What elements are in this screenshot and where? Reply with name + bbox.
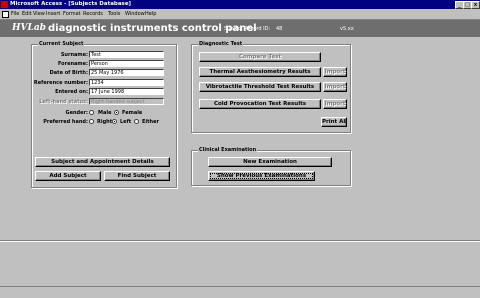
version-label: v5.xx	[340, 26, 354, 32]
menu-view[interactable]: View	[33, 11, 45, 17]
subject-details-button[interactable]: Subject and Appointment Details	[35, 157, 170, 167]
gender-female-label: Female	[122, 110, 143, 116]
surname-field[interactable]: Test	[89, 51, 164, 58]
gender-label: Gender:	[65, 110, 89, 116]
reference-label: Reference number:	[33, 80, 88, 86]
hvlab-logo: HVLab	[12, 23, 46, 33]
find-subject-button[interactable]: Find Subject	[104, 171, 170, 181]
previous-examinations-button[interactable]: Show Previous Examinations	[208, 171, 315, 181]
menu-window[interactable]: Window	[125, 11, 145, 17]
menu-edit[interactable]: Edit	[22, 11, 32, 17]
lefthand-label: Left-hand status:	[39, 99, 88, 105]
dob-field[interactable]: 25 May 1976	[89, 69, 164, 76]
diagnostic-test-title: Diagnostic Test	[198, 41, 244, 47]
hand-either-label: Either	[142, 119, 159, 125]
clinical-examination-group: Clinical Examination New Examination Sho…	[191, 147, 351, 186]
menu-insert[interactable]: Insert	[46, 11, 60, 17]
thermal-import-button[interactable]: Import	[323, 67, 347, 77]
add-subject-button[interactable]: Add Subject	[35, 171, 101, 181]
surname-label: Surname:	[60, 52, 88, 58]
entered-field[interactable]: 17 June 1998	[89, 88, 164, 95]
cold-import-button[interactable]: Import	[323, 99, 347, 109]
window-title: Microsoft Access - [Subjects Database]	[10, 1, 132, 7]
hand-either-radio[interactable]	[134, 119, 139, 124]
menu-file[interactable]: File	[11, 11, 19, 17]
forename-field[interactable]: Person	[89, 60, 164, 67]
record-id-label: Subject Record ID:	[224, 26, 271, 32]
thermal-results-button[interactable]: Thermal Aesthesiometry Results	[199, 67, 321, 77]
record-id-value: 48	[276, 26, 283, 32]
gender-male-radio[interactable]	[89, 110, 94, 115]
hand-right-radio[interactable]	[89, 119, 94, 124]
lefthand-field: Right-handed subject	[89, 98, 164, 105]
gender-female-radio[interactable]	[114, 110, 119, 115]
current-subject-title: Current Subject	[38, 41, 85, 47]
gender-male-label: Male	[98, 110, 112, 116]
menu-records[interactable]: Records	[83, 11, 103, 17]
dob-label: Date of Birth:	[49, 70, 88, 76]
compare-test-button[interactable]: Compare Test	[199, 52, 321, 62]
vibrotactile-import-button[interactable]: Import	[323, 82, 347, 92]
cold-provocation-results-button[interactable]: Cold Provocation Test Results	[199, 99, 321, 109]
diagnostic-test-group: Diagnostic Test Compare Test Thermal Aes…	[191, 41, 351, 133]
menu-help[interactable]: Help	[145, 11, 156, 17]
vibrotactile-results-button[interactable]: Vibrotactile Threshold Test Results	[199, 82, 321, 92]
title-bar: Microsoft Access - [Subjects Database] _…	[0, 0, 480, 9]
entered-label: Entered on:	[55, 89, 88, 95]
forename-label: Forename:	[57, 61, 88, 67]
access-app-icon[interactable]	[1, 1, 8, 8]
current-subject-group: Current Subject Surname: Test Forename: …	[31, 41, 177, 188]
new-examination-button[interactable]: New Examination	[208, 157, 332, 167]
form-divider	[0, 240, 480, 242]
header-banner: HVLab diagnostic instruments control pan…	[0, 20, 480, 37]
hand-left-radio[interactable]	[112, 119, 117, 124]
menu-format[interactable]: Format	[63, 11, 81, 17]
close-button[interactable]: x	[471, 1, 480, 9]
menu-tools[interactable]: Tools	[108, 11, 120, 17]
clinical-examination-title: Clinical Examination	[198, 147, 258, 153]
status-bar	[0, 286, 480, 298]
print-all-button[interactable]: Print All	[321, 117, 347, 127]
reference-field[interactable]: 1234	[89, 79, 164, 86]
document-icon[interactable]	[2, 11, 9, 18]
menu-bar: File Edit View Insert Format Records Too…	[0, 9, 480, 20]
hand-right-label: Right	[97, 119, 113, 125]
hand-label: Preferred hand:	[43, 119, 88, 125]
hand-left-label: Left	[120, 119, 132, 125]
